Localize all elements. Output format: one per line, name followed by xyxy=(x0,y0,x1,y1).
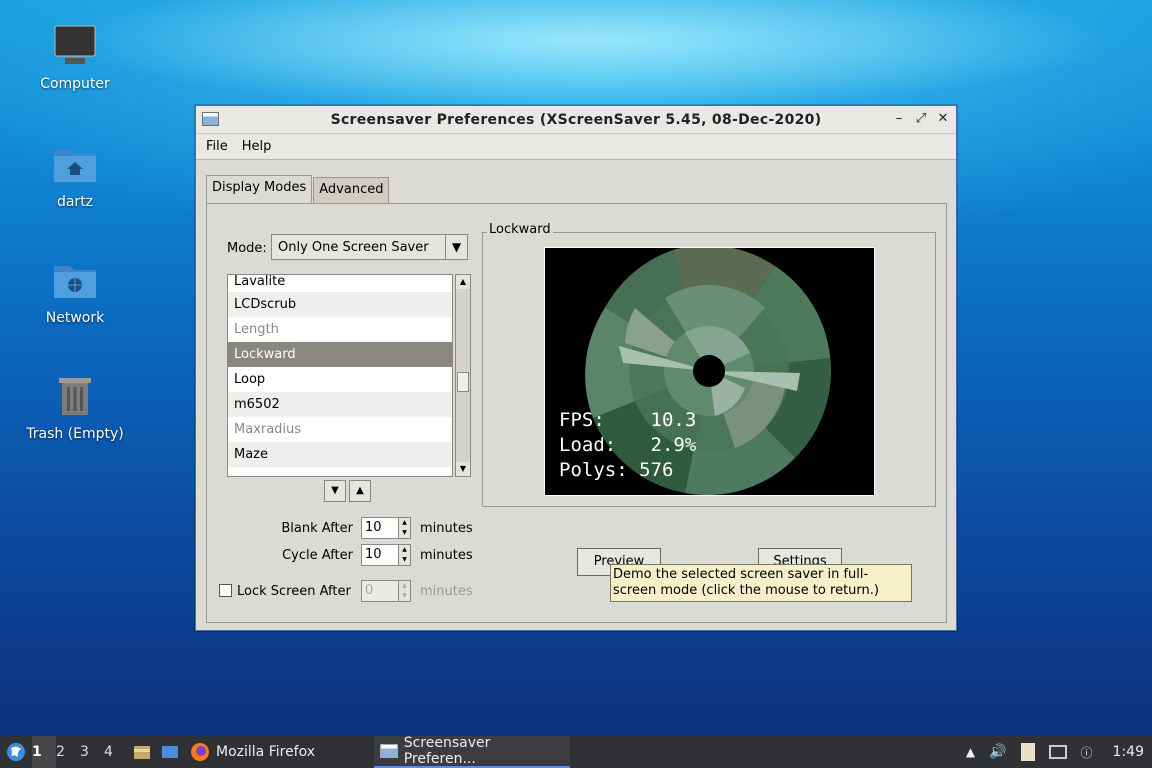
tab-advanced[interactable]: Advanced xyxy=(313,177,390,203)
window-title: Screensaver Preferences (XScreenSaver 5.… xyxy=(330,111,822,128)
list-item[interactable]: m6502 xyxy=(228,392,452,417)
list-item[interactable]: Loop xyxy=(228,367,452,392)
scroll-down-icon[interactable]: ▼ xyxy=(456,462,470,476)
task-label: Mozilla Firefox xyxy=(216,744,316,760)
fps-label: FPS: xyxy=(559,409,605,431)
display-modes-panel: Mode: Only One Screen Saver ▼ Lavalite L… xyxy=(206,203,947,623)
clipboard-icon[interactable] xyxy=(1020,743,1035,761)
system-tray: ▲ 🔊 ⓘ 1:49 xyxy=(966,736,1152,768)
spin-down-icon: ▼ xyxy=(402,592,407,599)
workspace-2[interactable]: 2 xyxy=(56,736,80,768)
app-menu-button[interactable] xyxy=(0,736,32,768)
network-tray-icon[interactable] xyxy=(1048,745,1067,759)
chevron-down-icon: ▼ xyxy=(445,235,467,259)
screensaver-list[interactable]: Lavalite LCDscrub Length Lockward Loop m… xyxy=(227,274,453,477)
file-manager-launcher[interactable] xyxy=(128,736,156,768)
lock-after-units: minutes xyxy=(420,584,473,599)
maximize-icon[interactable]: ⤢ xyxy=(914,111,928,127)
tab-display-modes[interactable]: Display Modes xyxy=(206,175,313,203)
desktop-icon-home[interactable]: dartz xyxy=(20,140,130,210)
list-scrollbar[interactable]: ▲ ▼ xyxy=(455,274,471,477)
load-value: 2.9% xyxy=(650,434,697,456)
firefox-icon xyxy=(191,743,209,761)
desktop-icon-label: Trash (Empty) xyxy=(26,426,124,442)
blank-after-spinner[interactable]: 10 ▲ ▼ xyxy=(361,517,411,539)
desktop-icon xyxy=(162,746,178,758)
window-app-icon xyxy=(380,744,398,758)
list-item[interactable]: Maxradius xyxy=(228,417,452,442)
fps-value: 10.3 xyxy=(650,409,697,431)
trash-icon xyxy=(59,378,91,415)
tooltip: Demo the selected screen saver in full-s… xyxy=(610,564,912,602)
preview-legend: Lockward xyxy=(487,222,553,237)
cycle-after-value: 10 xyxy=(365,547,382,562)
workspace-3[interactable]: 3 xyxy=(80,736,104,768)
lock-after-spinner: 0 ▲ ▼ xyxy=(361,580,411,602)
minimize-icon[interactable]: – xyxy=(892,111,906,127)
home-folder-icon xyxy=(54,150,96,182)
preview-stats: FPS: 10.3 Load: 2.9% Polys: 576 xyxy=(559,408,696,483)
eject-icon[interactable]: ▲ xyxy=(966,745,975,759)
spin-up-icon: ▲ xyxy=(402,582,407,589)
window-titlebar[interactable]: Screensaver Preferences (XScreenSaver 5.… xyxy=(196,106,956,134)
mode-label: Mode: xyxy=(227,241,267,256)
mode-select[interactable]: Only One Screen Saver ▼ xyxy=(271,234,468,260)
lock-screen-label[interactable]: Lock Screen After xyxy=(237,584,355,599)
window-app-icon xyxy=(202,112,219,126)
spin-down-icon[interactable]: ▼ xyxy=(399,528,410,538)
task-screensaver-preferences[interactable]: Screensaver Preferen... xyxy=(374,735,570,768)
network-folder-icon xyxy=(54,266,96,298)
menu-file[interactable]: File xyxy=(206,139,228,154)
scroll-up-icon[interactable]: ▲ xyxy=(456,275,470,289)
blank-after-label: Blank After xyxy=(281,521,353,536)
desktop-icon-label: Network xyxy=(45,310,105,326)
spin-up-icon[interactable]: ▲ xyxy=(399,518,410,528)
blank-after-units: minutes xyxy=(420,521,473,536)
cycle-after-units: minutes xyxy=(420,548,473,563)
list-item-selected[interactable]: Lockward xyxy=(228,342,452,367)
workspace-1[interactable]: 1 xyxy=(32,736,56,768)
load-label: Load: xyxy=(559,434,617,456)
desktop-icon-network[interactable]: Network xyxy=(20,256,130,326)
cycle-after-spinner[interactable]: 10 ▲ ▼ xyxy=(361,544,411,566)
computer-icon xyxy=(54,25,96,64)
menubar: File Help xyxy=(196,134,956,160)
taskbar: 1 2 3 4 Mozilla Firefox Screensaver Pref… xyxy=(0,735,1152,768)
desktop-icon-computer[interactable]: Computer xyxy=(20,22,130,92)
clock[interactable]: 1:49 xyxy=(1113,744,1144,760)
move-up-button[interactable]: ▲ xyxy=(349,480,371,502)
task-label: Screensaver Preferen... xyxy=(403,735,491,767)
polys-label: Polys: xyxy=(559,459,628,481)
list-item[interactable]: Length xyxy=(228,317,452,342)
lxqt-logo-icon xyxy=(7,743,25,761)
lock-screen-checkbox[interactable] xyxy=(219,584,232,597)
scrollbar-thumb[interactable] xyxy=(457,372,469,392)
spin-up-icon[interactable]: ▲ xyxy=(399,545,410,555)
blank-after-value: 10 xyxy=(365,520,382,535)
list-item[interactable]: LCDscrub xyxy=(228,292,452,317)
list-item[interactable]: Lavalite xyxy=(228,275,452,292)
menu-help[interactable]: Help xyxy=(242,139,272,154)
preview-screen[interactable]: FPS: 10.3 Load: 2.9% Polys: 576 xyxy=(544,247,875,496)
notification-icon[interactable]: ⓘ xyxy=(1081,744,1093,761)
polys-value: 576 xyxy=(639,459,674,481)
volume-icon[interactable]: 🔊 xyxy=(989,744,1006,760)
lock-after-value: 0 xyxy=(365,583,374,598)
desktop-icon-label: Computer xyxy=(40,76,110,92)
cycle-after-label: Cycle After xyxy=(282,548,353,563)
task-firefox[interactable]: Mozilla Firefox xyxy=(184,736,374,768)
mode-select-value: Only One Screen Saver xyxy=(278,239,429,255)
spin-down-icon[interactable]: ▼ xyxy=(399,555,410,565)
tab-bar: Display Modes Advanced xyxy=(206,175,390,203)
workspace-4[interactable]: 4 xyxy=(104,736,128,768)
close-icon[interactable]: ✕ xyxy=(936,111,950,127)
screensaver-preferences-window: Screensaver Preferences (XScreenSaver 5.… xyxy=(195,105,957,631)
desktop-icon-trash[interactable]: Trash (Empty) xyxy=(20,372,130,442)
file-manager-icon xyxy=(134,746,150,759)
show-desktop-launcher[interactable] xyxy=(156,736,184,768)
list-item[interactable]: Maze xyxy=(228,442,452,467)
move-down-button[interactable]: ▼ xyxy=(324,480,346,502)
desktop-icon-label: dartz xyxy=(56,194,94,210)
